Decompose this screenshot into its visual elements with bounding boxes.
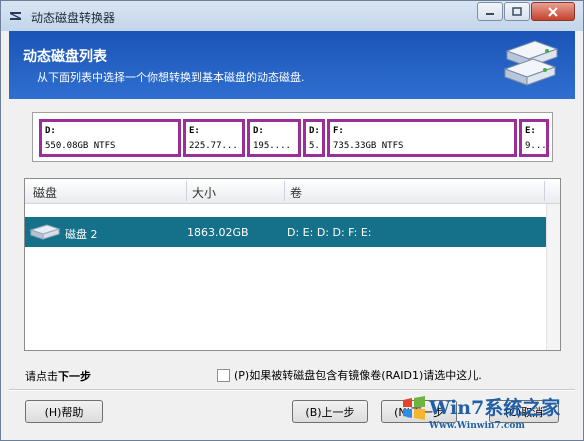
partition-block[interactable]: E: 225.77... <box>183 119 245 157</box>
column-divider[interactable] <box>186 181 187 201</box>
partition-letter: E: <box>189 126 200 136</box>
partition-letter: D: <box>45 126 56 136</box>
back-button[interactable]: (B)上一步 <box>292 400 368 423</box>
partition-info: 9... <box>525 141 547 151</box>
disk-stack-icon <box>503 40 559 86</box>
partition-block[interactable]: F: 735.33GB NTFS <box>327 119 517 157</box>
list-header: 磁盘 大小 卷 <box>25 179 560 204</box>
app-icon <box>10 12 21 20</box>
disk-icon <box>29 224 61 240</box>
page-title: 动态磁盘列表 <box>23 49 107 65</box>
column-header-volumes[interactable]: 卷 <box>290 184 302 201</box>
maximize-icon <box>512 7 522 16</box>
minimize-button[interactable] <box>477 2 503 21</box>
vertical-scrollbar[interactable] <box>546 204 560 350</box>
partition-info: 5. <box>309 141 320 151</box>
partition-info: 550.08GB NTFS <box>45 141 116 151</box>
page-subtitle: 从下面列表中选择一个你想转换到基本磁盘的动态磁盘. <box>37 71 305 84</box>
converter-window: 动态磁盘转换器 动态磁盘列表 从下面列表中选择一个你想转换到基本磁盘的动态磁盘.… <box>0 0 584 441</box>
title-bar[interactable]: 动态磁盘转换器 <box>1 1 583 31</box>
maximize-button[interactable] <box>504 2 530 21</box>
partition-letter: E: <box>525 126 536 136</box>
disk-list[interactable]: 磁盘 大小 卷 磁盘 2 1863.02GB D: E: D: D: F: E: <box>24 178 561 351</box>
watermark: Win7系统之家 Www.Winwin7.com <box>381 387 584 441</box>
partition-block[interactable]: D: 550.08GB NTFS <box>39 119 181 157</box>
table-row[interactable]: 磁盘 2 1863.02GB D: E: D: D: F: E: <box>25 217 546 247</box>
help-button[interactable]: (H)帮助 <box>25 400 103 423</box>
partition-block[interactable]: D: 195.... <box>247 119 301 157</box>
partition-block[interactable]: E: 9... <box>519 119 549 157</box>
windows-logo-icon <box>403 396 425 420</box>
instruction-emphasis: 下一步 <box>58 370 91 383</box>
instruction-text: 请点击下一步 <box>25 368 91 384</box>
partition-info: 195.... <box>253 141 291 151</box>
raid-checkbox-label[interactable]: (P)如果被转磁盘包含有镜像卷(RAID1)请选中这儿. <box>234 367 482 383</box>
column-divider[interactable] <box>284 181 285 201</box>
disk-size: 1863.02GB <box>187 226 249 239</box>
disk-volumes: D: E: D: D: F: E: <box>287 226 372 239</box>
watermark-logo: Win7系统之家 <box>429 397 561 419</box>
partition-letter: F: <box>333 126 344 136</box>
partition-letter: D: <box>309 126 320 136</box>
close-button[interactable] <box>531 2 575 21</box>
window-title: 动态磁盘转换器 <box>31 11 116 25</box>
column-header-disk[interactable]: 磁盘 <box>33 184 57 201</box>
minimize-icon <box>486 12 494 15</box>
header-banner: 动态磁盘列表 从下面列表中选择一个你想转换到基本磁盘的动态磁盘. <box>9 31 575 99</box>
disk-name: 磁盘 2 <box>65 228 98 241</box>
raid-checkbox[interactable] <box>217 368 230 382</box>
partition-block[interactable]: D: 5. <box>303 119 325 157</box>
partition-info: 735.33GB NTFS <box>333 141 404 151</box>
partition-letter: D: <box>253 126 264 136</box>
column-divider[interactable] <box>544 181 545 201</box>
column-header-size[interactable]: 大小 <box>192 184 216 201</box>
watermark-url: Www.Winwin7.com <box>429 421 525 431</box>
instruction-prefix: 请点击 <box>25 370 58 383</box>
partition-map: D: 550.08GB NTFS E: 225.77... D: 195....… <box>32 112 553 162</box>
partition-info: 225.77... <box>189 141 238 151</box>
raid-option[interactable]: (P)如果被转磁盘包含有镜像卷(RAID1)请选中这儿. <box>217 367 482 383</box>
close-icon <box>548 6 558 17</box>
